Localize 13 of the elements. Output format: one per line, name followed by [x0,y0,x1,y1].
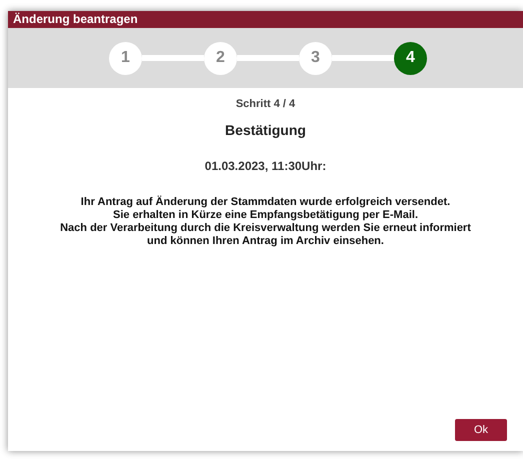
window-title: Änderung beantragen [13,12,138,26]
timestamp: 01.03.2023, 11:30Uhr: [204,159,326,173]
message-line: und können Ihren Antrag im Archiv einsehen. [146,235,385,248]
step-circle: 1 [109,42,142,74]
message-line: Ihr Antrag auf Änderung der Stammdaten wurde erfolgreich versendet. [80,196,452,209]
message-line: Nach der Verarbeitung durch die Kreisverwaltung werden Sie erneut informiert [60,222,471,235]
step-counter: Schritt 4 / 4 [236,98,296,110]
heading: Bestätigung [225,122,306,138]
step-circle: 3 [299,42,332,74]
ok-button[interactable]: Ok [455,419,507,441]
step-circle: 4 [394,42,427,74]
message-line: Sie erhalten in Kürze eine Empfangsbetätigung per E-Mail. [112,209,419,222]
step-circle: 2 [204,42,237,74]
